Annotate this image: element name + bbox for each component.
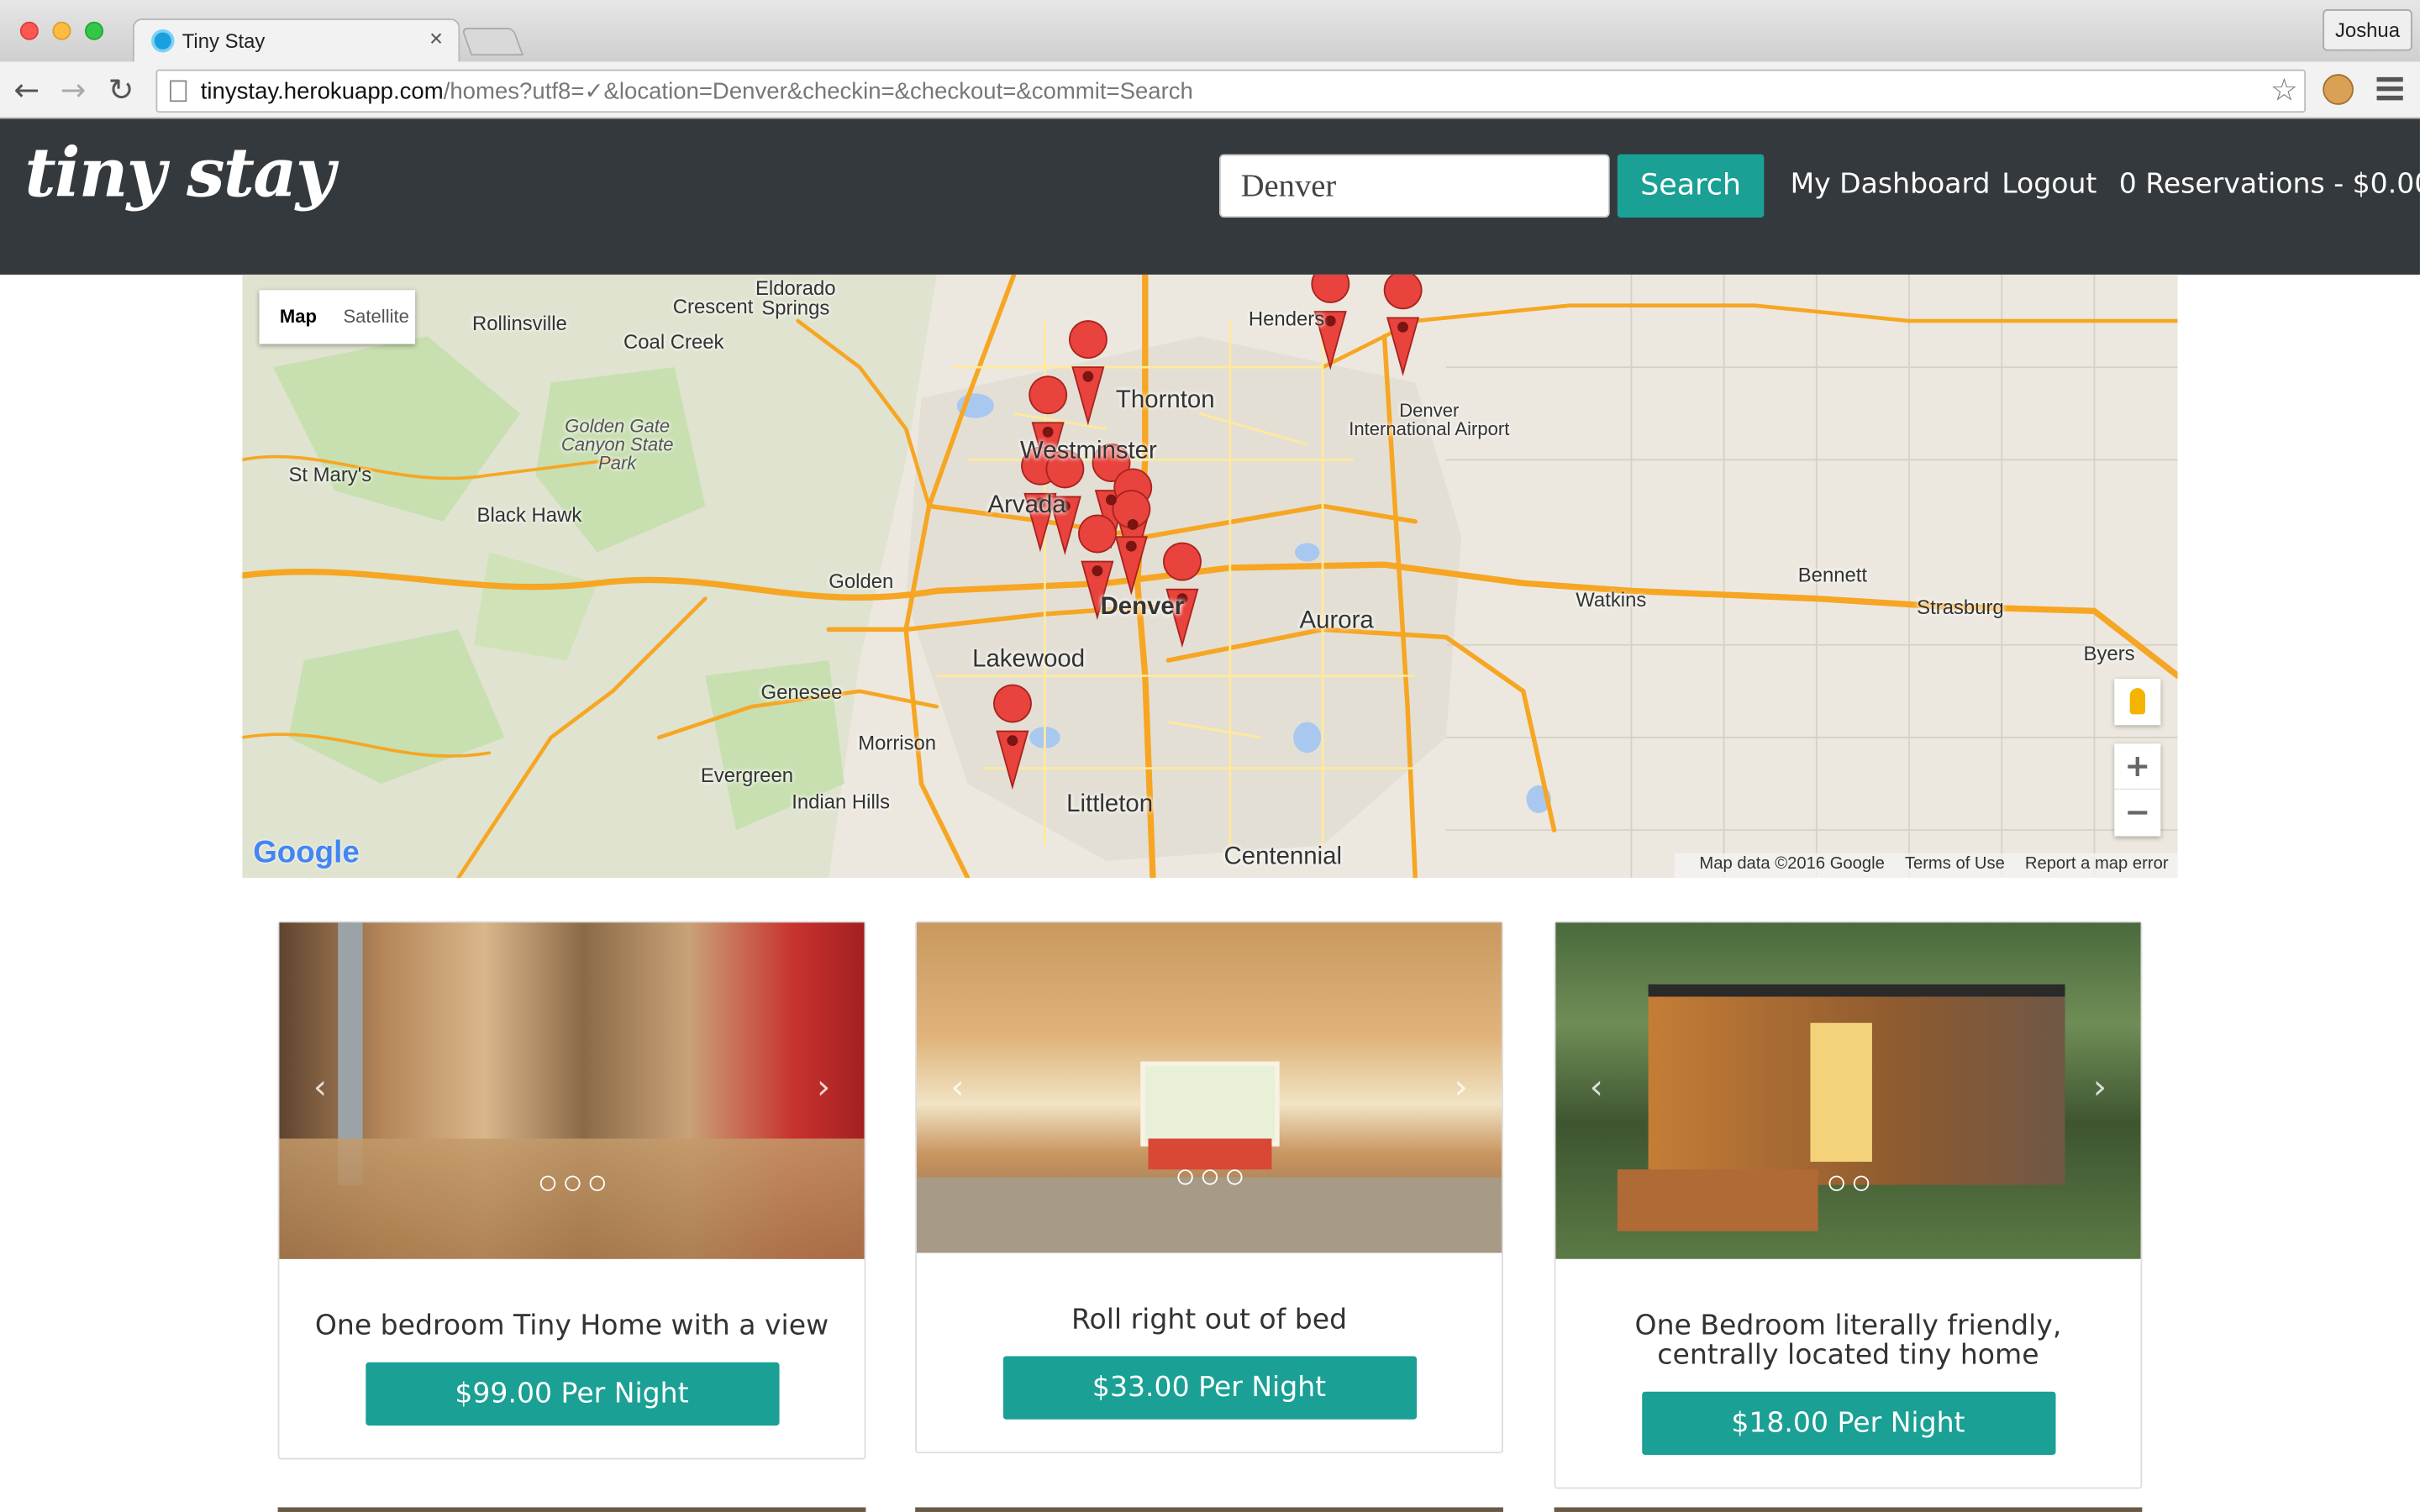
listing-title: One bedroom Tiny Home with a view [314, 1310, 829, 1342]
terms-of-use-link[interactable]: Terms of Use [1905, 855, 2005, 874]
map-label-bennett: Bennett [1797, 563, 1868, 586]
map-label-denver: Denver [1100, 594, 1185, 621]
window-image-detail [1140, 1061, 1280, 1147]
new-tab-button[interactable] [460, 28, 524, 56]
my-dashboard-link[interactable]: My Dashboard [1791, 168, 1991, 201]
page-icon [170, 80, 187, 102]
carousel-indicators[interactable] [279, 1168, 864, 1197]
map-label-westminster: Westminster [1020, 438, 1157, 465]
maximize-window-button[interactable] [85, 21, 104, 40]
carousel-indicators[interactable] [1555, 1168, 2140, 1197]
back-arrow-icon[interactable]: ← [14, 71, 40, 108]
close-window-button[interactable] [19, 21, 39, 40]
map-label-crescent: Crescent [672, 294, 754, 318]
zoom-out-button[interactable]: − [2114, 790, 2160, 836]
carousel-indicators[interactable] [917, 1162, 1502, 1191]
map-label-indian-hills: Indian Hills [792, 790, 891, 813]
carousel-prev-icon[interactable]: ‹ [313, 1069, 327, 1108]
listing-photo-carousel[interactable]: ‹ › [1555, 922, 2141, 1259]
cookie-extension-icon[interactable] [2323, 74, 2354, 105]
map-type-satellite-button[interactable]: Satellite [337, 290, 415, 344]
map-label-aurora: Aurora [1299, 607, 1374, 634]
map-label-thornton: Thornton [1115, 387, 1215, 414]
minimize-window-button[interactable] [52, 21, 71, 40]
listing-price-button[interactable]: $18.00 Per Night [1641, 1391, 2055, 1456]
next-listing-card-edge [277, 1507, 866, 1512]
map-label-watkins: Watkins [1576, 587, 1647, 612]
listing-card[interactable]: ‹ › One Bedroom literally friendly, cent… [1554, 921, 2143, 1489]
map-label-genesee: Genesee [760, 680, 843, 704]
map-label-henderson: Henders [1248, 307, 1325, 331]
map-label-evergreen: Evergreen [700, 764, 794, 787]
map-background [242, 274, 2178, 879]
listing-card[interactable]: ‹ › One bedroom Tiny Home with a view $9… [277, 921, 866, 1460]
site-logo[interactable]: tiny stay [24, 134, 334, 213]
report-map-error-link[interactable]: Report a map error [2025, 855, 2169, 874]
search-button[interactable]: Search [1617, 154, 1765, 218]
browser-toolbar: ← → ↻ tinystay.herokuapp.com/homes?utf8=… [0, 61, 2420, 119]
carousel-prev-icon[interactable]: ‹ [1590, 1069, 1603, 1108]
location-search-input[interactable]: Denver [1218, 154, 1610, 218]
map-label-coal-creek: Coal Creek [623, 330, 724, 354]
reload-icon[interactable]: ↻ [108, 71, 134, 108]
map-label-rollinsville: Rollinsville [472, 312, 567, 335]
map-label-black-hawk: Black Hawk [476, 502, 582, 527]
map-data-credit: Map data ©2016 Google [1699, 854, 1885, 874]
url-text: tinystay.herokuapp.com/homes?utf8=✓&loca… [200, 78, 1193, 105]
map-attribution: Map data ©2016 Google Terms of Use Repor… [1675, 853, 2178, 879]
carousel-next-icon[interactable]: › [817, 1069, 830, 1108]
floor-image-detail [279, 1138, 865, 1259]
map-label-golden: Golden [829, 569, 894, 593]
map-label-littleton: Littleton [1066, 791, 1154, 818]
browser-menu-icon[interactable] [2376, 76, 2403, 105]
street-view-pegman-icon[interactable] [2114, 679, 2161, 726]
lit-door-image-detail [1810, 1022, 1872, 1163]
zoom-control: + − [2114, 743, 2161, 837]
map-label-centennial: Centennial [1223, 843, 1343, 870]
google-logo[interactable]: Google [253, 836, 360, 871]
profile-button[interactable]: Joshua [2323, 9, 2412, 51]
zoom-in-button[interactable]: + [2114, 743, 2161, 790]
listing-price-button[interactable]: $33.00 Per Night [1002, 1356, 1417, 1420]
browser-tab[interactable]: Tiny Stay × [132, 18, 460, 66]
map-label-eldorado-springs: Eldorado Springs [755, 276, 836, 320]
map-label-denver-airport: Denver International Airport [1349, 399, 1510, 440]
tab-title: Tiny Stay [182, 29, 266, 53]
listing-title: Roll right out of bed [1071, 1304, 1348, 1336]
map-label-arvada: Arvada [987, 491, 1066, 519]
listing-photo-carousel[interactable]: ‹ › [916, 922, 1502, 1253]
map-label-st-marys: St Mary's [288, 463, 372, 486]
map-label-lakewood: Lakewood [972, 646, 1086, 673]
carousel-next-icon[interactable]: › [1455, 1069, 1468, 1108]
next-listing-card-edge [1554, 1507, 2143, 1512]
logout-link[interactable]: Logout [2002, 168, 2096, 201]
listing-card[interactable]: ‹ › Roll right out of bed $33.00 Per Nig… [915, 921, 1503, 1454]
next-listing-card-edge [915, 1507, 1503, 1512]
map-label-byers: Byers [2083, 642, 2135, 665]
home-icon [150, 29, 175, 53]
map-type-map-button[interactable]: Map [260, 290, 338, 344]
site-header: tiny stay Denver Search My Dashboard Log… [0, 118, 2420, 275]
results-map[interactable]: Thornton Westminster Arvada Denver Auror… [242, 274, 2178, 879]
map-label-strasburg: Strasburg [1917, 595, 2004, 619]
map-label-morrison: Morrison [858, 731, 937, 755]
close-tab-icon[interactable]: × [429, 26, 443, 52]
reservations-summary-link[interactable]: 0 Reservations - $0.00 [2119, 168, 2420, 201]
listing-photo-carousel[interactable]: ‹ › [279, 922, 865, 1259]
listing-price-button[interactable]: $99.00 Per Night [365, 1362, 779, 1426]
browser-titlebar: Tiny Stay × Joshua [0, 0, 2420, 66]
carousel-next-icon[interactable]: › [2093, 1069, 2107, 1108]
map-type-control: Map Satellite [259, 290, 416, 344]
map-label-golden-gate-park: Golden Gate Canyon State Park [560, 415, 674, 474]
address-bar[interactable]: tinystay.herokuapp.com/homes?utf8=✓&loca… [155, 69, 2307, 113]
bookmark-star-icon[interactable]: ☆ [2270, 71, 2298, 108]
forward-arrow-icon[interactable]: → [60, 71, 87, 108]
listing-title: One Bedroom literally friendly, centrall… [1634, 1310, 2062, 1372]
carousel-prev-icon[interactable]: ‹ [950, 1069, 964, 1108]
